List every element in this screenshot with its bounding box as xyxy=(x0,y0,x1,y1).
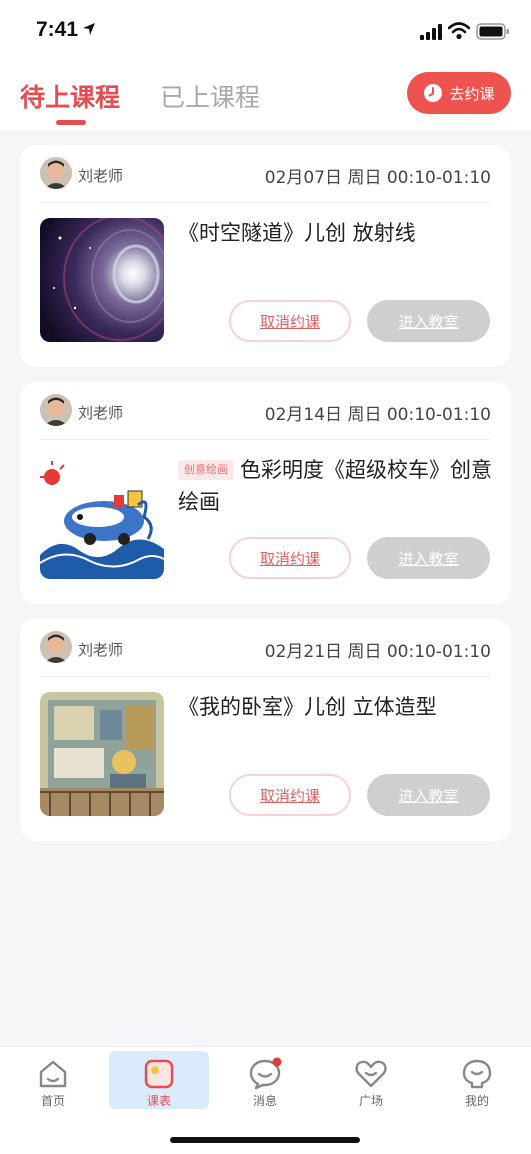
status-time: 7:41 xyxy=(36,18,79,41)
course-card[interactable]: 刘老师 02月14日 周日 00:10-01:10 创意绘画 色彩明度《超级校车》… xyxy=(20,382,511,604)
course-title-text: 《我的卧室》儿创 立体造型 xyxy=(178,695,437,719)
enter-classroom-button[interactable]: 进入教室 xyxy=(367,537,490,579)
course-title: 《时空隧道》儿创 放射线 xyxy=(178,217,493,249)
tabbar-label: 课表 xyxy=(146,1094,171,1108)
tabbar-item-schedule[interactable]: 课表 xyxy=(109,1051,209,1109)
tabbar-label: 广场 xyxy=(358,1094,383,1108)
tab-upcoming-courses[interactable]: 待上课程 xyxy=(20,78,120,114)
card-header: 刘老师 02月14日 周日 00:10-01:10 xyxy=(40,394,491,440)
location-arrow-icon xyxy=(83,23,95,35)
course-title-text: 《时空隧道》儿创 放射线 xyxy=(178,221,416,245)
tabbar-label: 我的 xyxy=(464,1094,489,1108)
header: 待上课程 已上课程 去约课 xyxy=(0,60,531,130)
course-card[interactable]: 刘老师 02月07日 周日 00:10-01:10 《时空隧道》儿创 放射线 取… xyxy=(20,145,511,367)
clock-icon xyxy=(424,84,443,102)
message-icon xyxy=(249,1057,282,1090)
cancel-booking-button[interactable]: 取消约课 xyxy=(229,774,351,816)
tab-past-courses[interactable]: 已上课程 xyxy=(160,78,260,114)
book-course-button[interactable]: 去约课 xyxy=(407,72,511,114)
teacher-name: 刘老师 xyxy=(78,167,124,185)
schedule-icon xyxy=(144,1059,174,1089)
heart-icon xyxy=(355,1060,387,1088)
cancel-booking-button[interactable]: 取消约课 xyxy=(229,300,351,342)
teacher-name: 刘老师 xyxy=(78,641,124,659)
card-header: 刘老师 02月21日 周日 00:10-01:10 xyxy=(40,631,491,677)
card-header: 刘老师 02月07日 周日 00:10-01:10 xyxy=(40,157,491,203)
course-datetime: 02月07日 周日 00:10-01:10 xyxy=(264,168,491,188)
teacher-avatar xyxy=(40,157,72,189)
course-thumbnail-space-tunnel xyxy=(40,218,164,342)
home-icon xyxy=(39,1060,67,1088)
tab-active-indicator xyxy=(56,120,86,125)
tabbar-item-home[interactable]: 首页 xyxy=(3,1051,103,1109)
cancel-booking-button[interactable]: 取消约课 xyxy=(229,537,351,579)
book-course-label: 去约课 xyxy=(449,84,495,103)
course-title: 《我的卧室》儿创 立体造型 xyxy=(178,691,493,723)
course-tag: 创意绘画 xyxy=(178,460,234,480)
tabbar-label: 消息 xyxy=(252,1094,277,1108)
teacher-name: 刘老师 xyxy=(78,404,124,422)
teacher-avatar xyxy=(40,631,72,663)
profile-icon xyxy=(462,1059,492,1089)
status-bar: 7:41 xyxy=(0,0,531,60)
course-datetime: 02月21日 周日 00:10-01:10 xyxy=(264,642,491,662)
course-title: 创意绘画 色彩明度《超级校车》创意绘画 xyxy=(178,454,493,518)
tabbar-item-plaza[interactable]: 广场 xyxy=(321,1051,421,1109)
battery-icon xyxy=(476,23,509,40)
course-thumbnail-school-bus xyxy=(40,455,164,579)
teacher-avatar xyxy=(40,394,72,426)
tabbar-item-profile[interactable]: 我的 xyxy=(427,1051,527,1109)
enter-classroom-button[interactable]: 进入教室 xyxy=(367,300,490,342)
enter-classroom-button[interactable]: 进入教室 xyxy=(367,774,490,816)
course-thumbnail-bedroom xyxy=(40,692,164,816)
tabbar-label: 首页 xyxy=(40,1094,65,1108)
home-indicator xyxy=(170,1137,360,1143)
course-card[interactable]: 刘老师 02月21日 周日 00:10-01:10 《我的卧室》儿创 立体造型 … xyxy=(20,619,511,841)
tabbar-item-messages[interactable]: 消息 xyxy=(215,1051,315,1109)
wifi-icon xyxy=(448,22,470,40)
course-datetime: 02月14日 周日 00:10-01:10 xyxy=(264,405,491,425)
signal-icon xyxy=(420,24,442,40)
